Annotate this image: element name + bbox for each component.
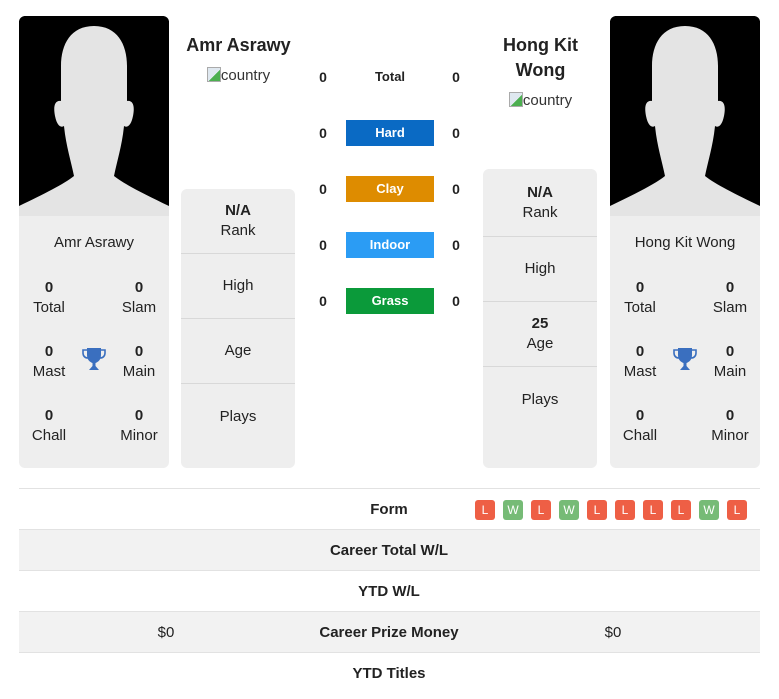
h2h-right-value: 0 [452,125,460,141]
player2-rank: N/A Rank [483,169,597,237]
player1-plays: Plays [219,407,257,425]
player2-slam-titles: 0 Slam [712,279,748,316]
player1-slam-titles: 0 Slam [121,279,157,316]
player1-name[interactable]: Amr Asrawy [176,33,301,58]
form-badges: L W L W L L L L W L [475,500,747,520]
form-badge-loss: L [615,500,635,520]
player2-minor-titles: 0 Minor [711,407,749,444]
surface-badge-hard[interactable]: Hard [346,120,434,146]
player2-name[interactable]: Hong Kit Wong [478,33,603,83]
career-prize-money-row: $0 Career Prize Money $0 [19,612,760,653]
player2-info-panel: N/A Rank High 25 Age Plays [483,169,597,468]
broken-image-icon [508,92,523,107]
player2-high: High [483,237,597,302]
ytd-titles-row: YTD Titles [19,653,760,694]
career-total-wl-row: Career Total W/L [19,530,760,571]
player1-photo [19,16,169,216]
form-badge-loss: L [587,500,607,520]
form-badge-win: W [503,500,523,520]
h2h-left-value: 0 [319,237,327,253]
h2h-right-value: 0 [452,69,460,85]
player1-country-alt: country [220,67,271,84]
form-badge-loss: L [643,500,663,520]
form-badge-loss: L [727,500,747,520]
player2-photo [610,16,760,216]
form-badge-win: W [559,500,579,520]
h2h-left-value: 0 [319,125,327,141]
player1-mast-titles: 0 Mast [32,343,66,380]
h2h-row-indoor: 0 Indoor 0 [310,232,470,258]
player2-total-titles: 0 Total [624,279,656,316]
player1-career-prize-money: $0 [157,624,175,641]
form-label: Form [370,501,408,518]
player1-main-titles: 0 Main [122,343,156,380]
h2h-left-value: 0 [319,181,327,197]
surface-badge-grass[interactable]: Grass [346,288,434,314]
player1-minor-titles: 0 Minor [120,407,158,444]
h2h-right-value: 0 [452,237,460,253]
surface-badge-clay[interactable]: Clay [346,176,434,202]
h2h-left-value: 0 [319,293,327,309]
player1-card: Amr Asrawy 0 Total 0 Slam 0 Mast 0 Main 0 Cha… [19,16,169,468]
player2-mast-titles: 0 Mast [623,343,657,380]
player2-card: Hong Kit Wong 0 Total 0 Slam 0 Mast 0 Main 0… [610,16,760,468]
player1-rank: N/A Rank [181,189,295,254]
h2h-row-grass: 0 Grass 0 [310,288,470,314]
h2h-row-total: 0 Total 0 [310,64,470,90]
form-row: Form L W L W L L L L W L [19,489,760,530]
comparison-table: Form L W L W L L L L W L Career Total W/… [19,488,760,694]
form-badge-loss: L [475,500,495,520]
player2-career-prize-money: $0 [604,624,622,641]
ytd-titles-label: YTD Titles [352,665,426,682]
surface-label-total: Total [374,69,406,84]
h2h-right-value: 0 [452,293,460,309]
player2-country-alt: country [522,92,573,109]
player2-plays: Plays [521,390,559,408]
player1-total-titles: 0 Total [33,279,65,316]
player2-main-titles: 0 Main [713,343,747,380]
h2h-row-hard: 0 Hard 0 [310,120,470,146]
player-silhouette-icon [19,16,169,216]
trophy-icon [81,346,107,372]
player2-card-name: Hong Kit Wong [634,234,736,251]
ytd-wl-row: YTD W/L [19,571,760,612]
trophy-icon [672,346,698,372]
player1-chall-titles: 0 Chall [31,407,67,444]
form-badge-loss: L [531,500,551,520]
career-total-wl-label: Career Total W/L [329,542,449,559]
h2h-row-clay: 0 Clay 0 [310,176,470,202]
career-prize-money-label: Career Prize Money [319,624,459,641]
h2h-right-value: 0 [452,181,460,197]
form-badge-loss: L [671,500,691,520]
ytd-wl-label: YTD W/L [358,583,420,600]
player2-chall-titles: 0 Chall [622,407,658,444]
h2h-left-value: 0 [319,69,327,85]
player1-age: Age [181,319,295,384]
surface-badge-indoor[interactable]: Indoor [346,232,434,258]
broken-image-icon [206,67,221,82]
player1-high: High [181,254,295,319]
player2-age: 25 Age [483,302,597,367]
player1-country-flag: country [176,67,301,84]
player1-info-panel: N/A Rank High Age Plays [181,189,295,468]
form-badge-win: W [699,500,719,520]
player-silhouette-icon [610,16,760,216]
player1-card-name: Amr Asrawy [53,234,134,251]
player2-country-flag: country [478,92,603,109]
